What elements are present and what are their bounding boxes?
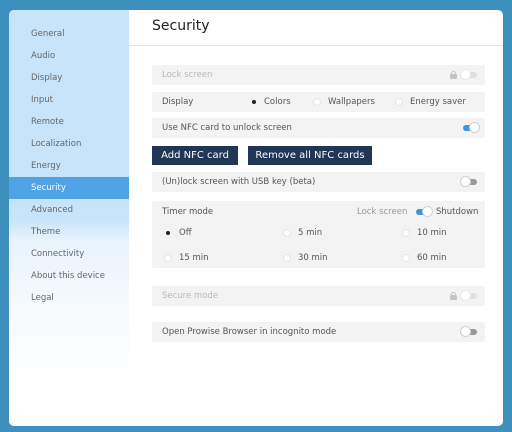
sidebar-item-theme[interactable]: Theme	[9, 221, 129, 243]
timer-5min-label: 5 min	[298, 228, 323, 238]
sidebar-item-audio[interactable]: Audio	[9, 45, 129, 67]
remove-nfc-cards-button[interactable]: Remove all NFC cards	[248, 146, 372, 165]
timer-15min-label: 15 min	[179, 253, 209, 263]
timer-mode-label: Timer mode	[162, 207, 214, 217]
display-row: Display Colors Wallpapers Energy saver	[152, 92, 485, 112]
sidebar-item-legal[interactable]: Legal	[9, 287, 129, 309]
sidebar-item-input[interactable]: Input	[9, 89, 129, 111]
sidebar-item-display[interactable]: Display	[9, 67, 129, 89]
display-colors-radio[interactable]	[250, 98, 258, 106]
sidebar-item-general[interactable]: General	[9, 23, 129, 45]
timer-mode-toggle[interactable]	[416, 207, 432, 216]
sidebar-item-remote[interactable]: Remote	[9, 111, 129, 133]
nfc-toggle[interactable]	[463, 123, 479, 132]
incognito-label: Open Prowise Browser in incognito mode	[162, 327, 337, 337]
timer-60min-label: 60 min	[417, 253, 447, 263]
timer-60min-radio[interactable]	[402, 254, 410, 262]
page-title: Security	[152, 18, 210, 34]
lock-screen-toggle[interactable]	[461, 70, 477, 79]
sidebar-item-security[interactable]: Security	[9, 177, 129, 199]
lock-icon	[450, 292, 457, 300]
timer-30min-label: 30 min	[298, 253, 328, 263]
secure-mode-label: Secure mode	[162, 291, 219, 301]
timer-10min-radio[interactable]	[402, 229, 410, 237]
display-energy-saver-label: Energy saver	[410, 97, 466, 107]
display-wallpapers-label: Wallpapers	[328, 97, 375, 107]
timer-off-radio[interactable]	[164, 229, 172, 237]
timer-off-label: Off	[179, 228, 192, 238]
display-wallpapers-radio[interactable]	[313, 98, 321, 106]
lock-icon	[450, 71, 457, 79]
timer-shutdown-label: Shutdown	[436, 207, 479, 217]
add-nfc-card-button[interactable]: Add NFC card	[152, 146, 238, 165]
lock-screen-label: Lock screen	[162, 70, 213, 80]
timer-10min-label: 10 min	[417, 228, 447, 238]
timer-30min-radio[interactable]	[283, 254, 291, 262]
usb-row: (Un)lock screen with USB key (beta)	[152, 172, 485, 192]
sidebar-item-advanced[interactable]: Advanced	[9, 199, 129, 221]
sidebar-item-energy[interactable]: Energy	[9, 155, 129, 177]
sidebar: General Audio Display Input Remote Local…	[9, 10, 129, 426]
usb-label: (Un)lock screen with USB key (beta)	[162, 177, 316, 187]
incognito-toggle[interactable]	[461, 327, 477, 336]
main-panel: Security Lock screen Display Colors Wall…	[129, 10, 503, 426]
timer-15min-radio[interactable]	[164, 254, 172, 262]
sidebar-item-about[interactable]: About this device	[9, 265, 129, 287]
lock-screen-row: Lock screen	[152, 65, 485, 85]
nfc-row: Use NFC card to unlock screen	[152, 118, 485, 138]
timer-5min-radio[interactable]	[283, 229, 291, 237]
secure-mode-toggle[interactable]	[461, 291, 477, 300]
usb-toggle[interactable]	[461, 177, 477, 186]
settings-window: General Audio Display Input Remote Local…	[9, 10, 503, 426]
display-colors-label: Colors	[264, 97, 291, 107]
timer-lock-screen-label: Lock screen	[357, 207, 408, 217]
display-energy-saver-radio[interactable]	[395, 98, 403, 106]
secure-mode-row: Secure mode	[152, 286, 485, 306]
sidebar-item-localization[interactable]: Localization	[9, 133, 129, 155]
display-label: Display	[162, 97, 194, 107]
incognito-row: Open Prowise Browser in incognito mode	[152, 322, 485, 342]
nfc-label: Use NFC card to unlock screen	[162, 123, 292, 133]
title-divider	[129, 45, 503, 46]
timer-mode-panel: Timer mode Lock screen Shutdown Off 5 mi…	[152, 201, 485, 268]
sidebar-item-connectivity[interactable]: Connectivity	[9, 243, 129, 265]
